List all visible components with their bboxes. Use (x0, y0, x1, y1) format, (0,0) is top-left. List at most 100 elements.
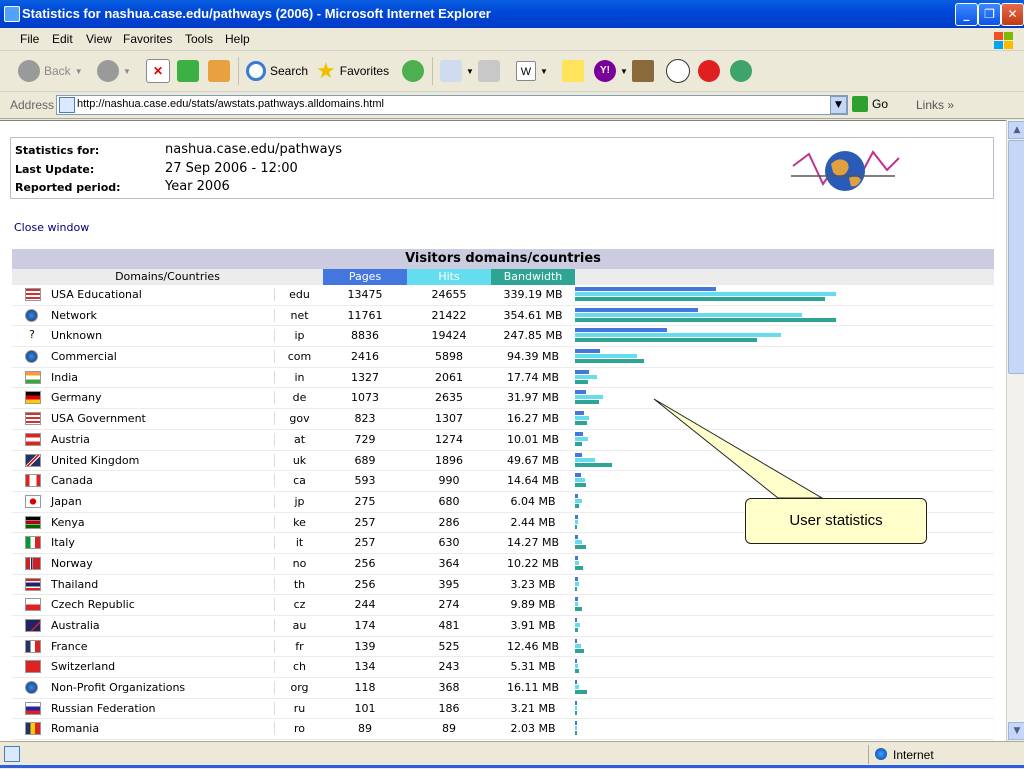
menu-favorites[interactable]: Favorites (123, 32, 172, 46)
hits-value: 525 (438, 639, 460, 653)
bandwidth-value: 10.22 MB (506, 556, 560, 570)
flag-au-icon (25, 619, 41, 632)
hits-value: 990 (438, 474, 460, 488)
flag-us-icon (25, 412, 41, 426)
domain-code: in (274, 370, 324, 384)
mail-button[interactable]: ▼ (440, 57, 474, 85)
domain-code: no (274, 556, 324, 570)
menu-view[interactable]: View (86, 32, 112, 46)
menu-edit[interactable]: Edit (52, 32, 73, 46)
domain-code: cz (274, 598, 324, 612)
home-button[interactable] (208, 57, 230, 85)
links-button[interactable]: Links » (916, 98, 954, 112)
chevron-down-icon: ▼ (620, 66, 628, 76)
hits-value: 368 (438, 681, 460, 695)
menu-tools[interactable]: Tools (185, 32, 213, 46)
edit-word-button[interactable]: W ▼ (516, 57, 548, 85)
usage-bars (575, 287, 875, 303)
bandwidth-value: 6.04 MB (510, 494, 556, 508)
bandwidth-value: 16.11 MB (506, 681, 560, 695)
col-pages: Pages (323, 269, 407, 285)
bandwidth-value: 94.39 MB (506, 350, 560, 364)
vertical-scrollbar[interactable]: ▲ ▼ (1006, 120, 1024, 741)
usage-bars (575, 638, 875, 655)
minimize-button[interactable]: _ (955, 3, 978, 26)
ie-window-icon[interactable] (4, 6, 20, 22)
address-dropdown-button[interactable]: ▼ (830, 96, 847, 114)
close-window-link[interactable]: Close window (14, 221, 89, 234)
forward-button[interactable]: ▼ (97, 57, 131, 85)
domain-name: Kenya (51, 515, 85, 529)
user-icon (666, 59, 690, 83)
flag-fr-icon (25, 639, 41, 653)
flag-unknown-icon: ? (29, 328, 35, 342)
history-button[interactable] (402, 57, 424, 85)
pages-value: 257 (354, 536, 376, 550)
go-button[interactable]: Go (852, 96, 888, 112)
bandwidth-value: 3.21 MB (510, 701, 556, 715)
hits-value: 1307 (435, 412, 463, 426)
refresh-button[interactable] (177, 57, 199, 85)
awstats-globe-logo (791, 150, 900, 191)
back-button[interactable]: Back ▼ (18, 57, 83, 85)
print-button[interactable] (478, 57, 500, 85)
maximize-button[interactable]: ❐ (978, 3, 1001, 26)
stats-for-value: nashua.case.edu/pathways (165, 142, 343, 157)
messenger-button[interactable] (698, 57, 720, 85)
search-label: Search (270, 64, 309, 78)
menu-help[interactable]: Help (225, 32, 250, 46)
table-header: Domains/Countries Pages Hits Bandwidth (12, 269, 994, 285)
globe-icon (875, 748, 887, 760)
user-button[interactable] (666, 57, 690, 85)
table-row: USA Government gov 823 1307 16.27 MB (12, 409, 994, 430)
bandwidth-value: 16.27 MB (506, 412, 560, 426)
domain-code: at (274, 432, 324, 446)
bandwidth-bar (575, 359, 644, 364)
forward-arrow-icon (97, 60, 119, 82)
favorites-button[interactable]: ★ Favorites (316, 57, 389, 85)
back-arrow-icon (18, 60, 40, 82)
contacts-button[interactable] (730, 57, 752, 85)
bandwidth-value: 10.01 MB (506, 432, 560, 446)
favorites-label: Favorites (339, 64, 390, 78)
hits-bar (575, 374, 597, 379)
pages-bar (575, 618, 577, 622)
stop-button[interactable]: ✕ (146, 57, 170, 85)
table-row: Commercial com 2416 5898 94.39 MB (12, 347, 994, 368)
bandwidth-bar (575, 690, 587, 695)
people-icon (730, 60, 752, 82)
table-row: Non-Profit Organizations org 118 368 16.11 M… (12, 678, 994, 699)
address-url: http://nashua.case.edu/stats/awstats.pat… (77, 98, 384, 110)
yahoo-button[interactable]: Y! ▼ (594, 57, 628, 85)
domain-code: it (274, 536, 324, 550)
usage-bars (575, 473, 875, 489)
bandwidth-bar (575, 710, 577, 715)
windows-logo-icon (988, 28, 1018, 50)
stop-icon: ✕ (146, 59, 170, 83)
col-hits: Hits (407, 269, 491, 285)
scroll-thumb[interactable] (1008, 140, 1024, 374)
bandwidth-bar (575, 586, 577, 591)
scroll-down-button[interactable]: ▼ (1008, 722, 1024, 740)
pages-value: 13475 (347, 288, 383, 301)
domain-code: net (274, 308, 324, 322)
hits-value: 630 (438, 536, 460, 550)
flag-th-icon (25, 577, 41, 591)
scroll-up-button[interactable]: ▲ (1008, 121, 1024, 139)
research-button[interactable] (632, 57, 654, 85)
notes-button[interactable] (562, 57, 584, 85)
flag-jp-icon (25, 494, 41, 508)
address-input[interactable]: http://nashua.case.edu/stats/awstats.pat… (56, 95, 848, 115)
pages-value: 2416 (351, 350, 379, 364)
pages-bar (575, 349, 600, 354)
pages-value: 8836 (351, 329, 379, 343)
bandwidth-value: 49.67 MB (506, 453, 560, 467)
pages-bar (575, 411, 584, 416)
hits-bar (575, 436, 588, 441)
menu-file[interactable]: File (20, 32, 39, 46)
search-button[interactable]: Search (246, 57, 308, 85)
bandwidth-value: 14.64 MB (506, 474, 560, 488)
hits-value: 364 (438, 556, 460, 570)
toolbar-separator (238, 57, 239, 85)
close-button[interactable]: ✕ (1001, 3, 1024, 26)
